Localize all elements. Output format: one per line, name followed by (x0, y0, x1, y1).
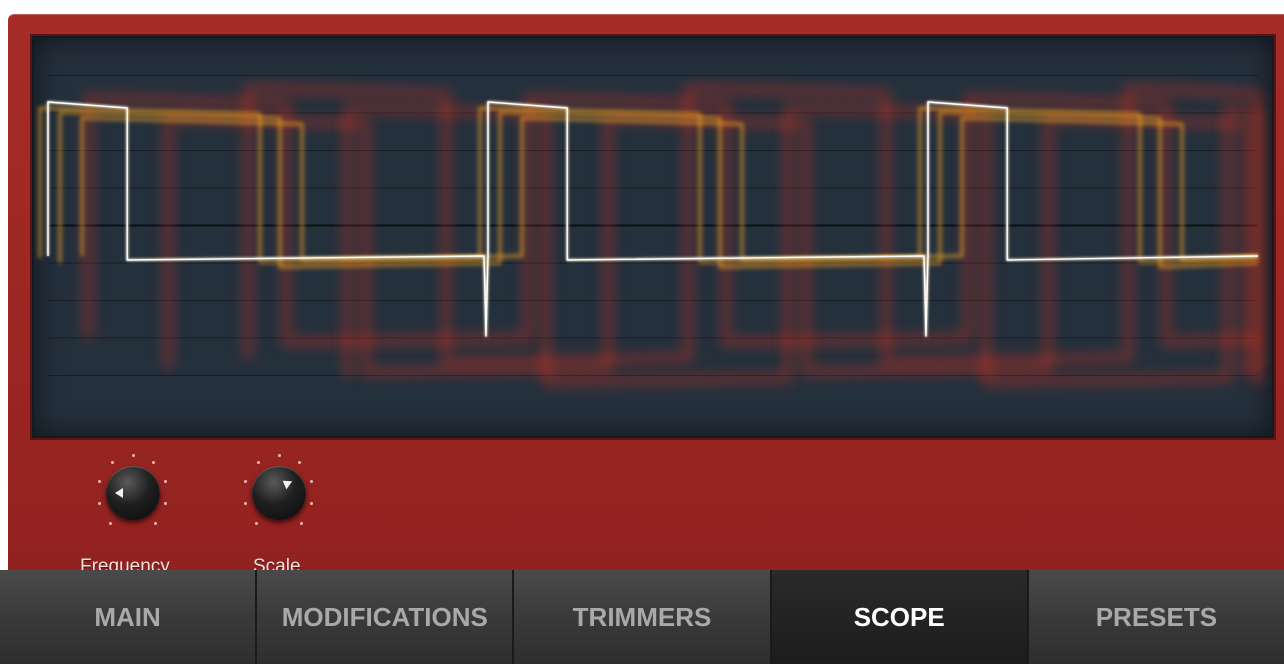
scale-knob[interactable] (240, 452, 320, 532)
tab-modifications[interactable]: MODIFICATIONS (257, 570, 515, 664)
red-echo-trace (83, 93, 1259, 347)
orange-echo-trace (58, 110, 1259, 269)
tab-trimmers[interactable]: TRIMMERS (514, 570, 772, 664)
tab-presets[interactable]: PRESETS (1028, 570, 1284, 664)
tab-bar: MAIN MODIFICATIONS TRIMMERS SCOPE PRESET… (0, 570, 1284, 664)
frequency-knob[interactable] (94, 452, 174, 532)
oscilloscope-graph (38, 75, 1263, 387)
oscilloscope-display (32, 36, 1274, 438)
knob-pointer-icon (115, 488, 123, 498)
orange-echo-trace (38, 106, 1259, 264)
tab-main[interactable]: MAIN (0, 570, 258, 664)
red-echo-trace (163, 113, 1260, 377)
scope-controls: Frequency Scale (8, 444, 408, 584)
knob-pointer-icon (279, 476, 293, 490)
plugin-panel: Frequency Scale (8, 14, 1284, 664)
frequency-knob-cap[interactable] (106, 466, 160, 520)
orange-echo-trace (80, 116, 1259, 262)
scale-knob-cap[interactable] (252, 466, 306, 520)
tab-scope[interactable]: SCOPE (771, 570, 1029, 664)
